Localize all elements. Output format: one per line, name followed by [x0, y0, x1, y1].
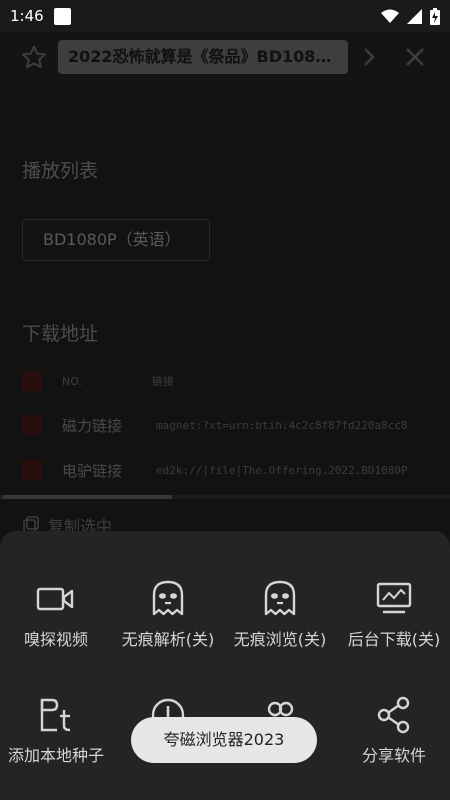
download-table-header: NO. 链接 — [22, 366, 450, 396]
close-icon[interactable] — [405, 47, 425, 67]
monitor-chart-icon — [376, 582, 412, 614]
battery-icon — [430, 7, 440, 25]
share-icon — [377, 696, 410, 734]
status-time: 1:46 — [10, 7, 44, 25]
star-icon[interactable] — [21, 45, 47, 69]
row-link[interactable]: ed2k://|file|The.Offering.2022.BD1080P — [156, 464, 408, 477]
table-row[interactable]: 电驴链接 ed2k://|file|The.Offering.2022.BD10… — [22, 455, 450, 485]
share-app-button[interactable]: 分享软件 — [338, 692, 450, 782]
scrollbar-thumb[interactable] — [2, 495, 172, 499]
signal-icon — [407, 8, 422, 24]
row-name: 电驴链接 — [62, 461, 123, 480]
row-checkbox[interactable] — [22, 460, 42, 480]
share-app-label: 分享软件 — [361, 746, 426, 765]
table-row[interactable]: 磁力链接 magnet:?xt=urn:btih:4c2c8f87fd220a8… — [22, 410, 450, 440]
row-name: 磁力链接 — [62, 416, 123, 435]
toast-message: 夸磁浏览器2023 — [131, 717, 317, 763]
incognito-browse-label: 无痕浏览(关) — [233, 630, 327, 649]
status-bar: 1:46 — [0, 0, 450, 32]
wifi-icon — [381, 9, 399, 23]
incognito-parse-label: 无痕解析(关) — [121, 630, 215, 649]
add-local-seed-label: 添加本地种子 — [7, 746, 104, 765]
ghost-icon — [264, 580, 296, 616]
header-link: 链接 — [152, 375, 174, 388]
sniff-video-label: 嗅探视频 — [23, 630, 88, 649]
row-checkbox[interactable] — [22, 415, 42, 435]
row-link[interactable]: magnet:?xt=urn:btih:4c2c8f87fd220a8cc8 — [156, 419, 408, 432]
notification-icon — [53, 7, 71, 25]
sniff-video-button[interactable]: 嗅探视频 — [0, 576, 112, 666]
video-camera-icon — [36, 587, 74, 611]
download-title: 下载地址 — [22, 323, 99, 345]
forward-icon[interactable] — [362, 47, 376, 67]
incognito-browse-toggle[interactable]: 无痕浏览(关) — [224, 576, 336, 666]
ghost-icon — [152, 580, 184, 616]
header-no: NO. — [62, 374, 82, 388]
select-all-checkbox[interactable] — [22, 371, 42, 391]
background-download-label: 后台下载(关) — [347, 630, 441, 649]
add-local-seed-button[interactable]: 添加本地种子 — [0, 692, 112, 782]
playlist-title: 播放列表 — [22, 160, 99, 182]
playlist-item-button[interactable]: BD1080P（英语） — [22, 219, 210, 261]
background-download-toggle[interactable]: 后台下载(关) — [338, 576, 450, 666]
incognito-parse-toggle[interactable]: 无痕解析(关) — [112, 576, 224, 666]
page-title[interactable]: 2022恐怖就算是《祭品》BD1080... — [58, 40, 348, 74]
seed-file-icon — [40, 698, 71, 732]
title-bar: 2022恐怖就算是《祭品》BD1080... — [0, 32, 450, 82]
